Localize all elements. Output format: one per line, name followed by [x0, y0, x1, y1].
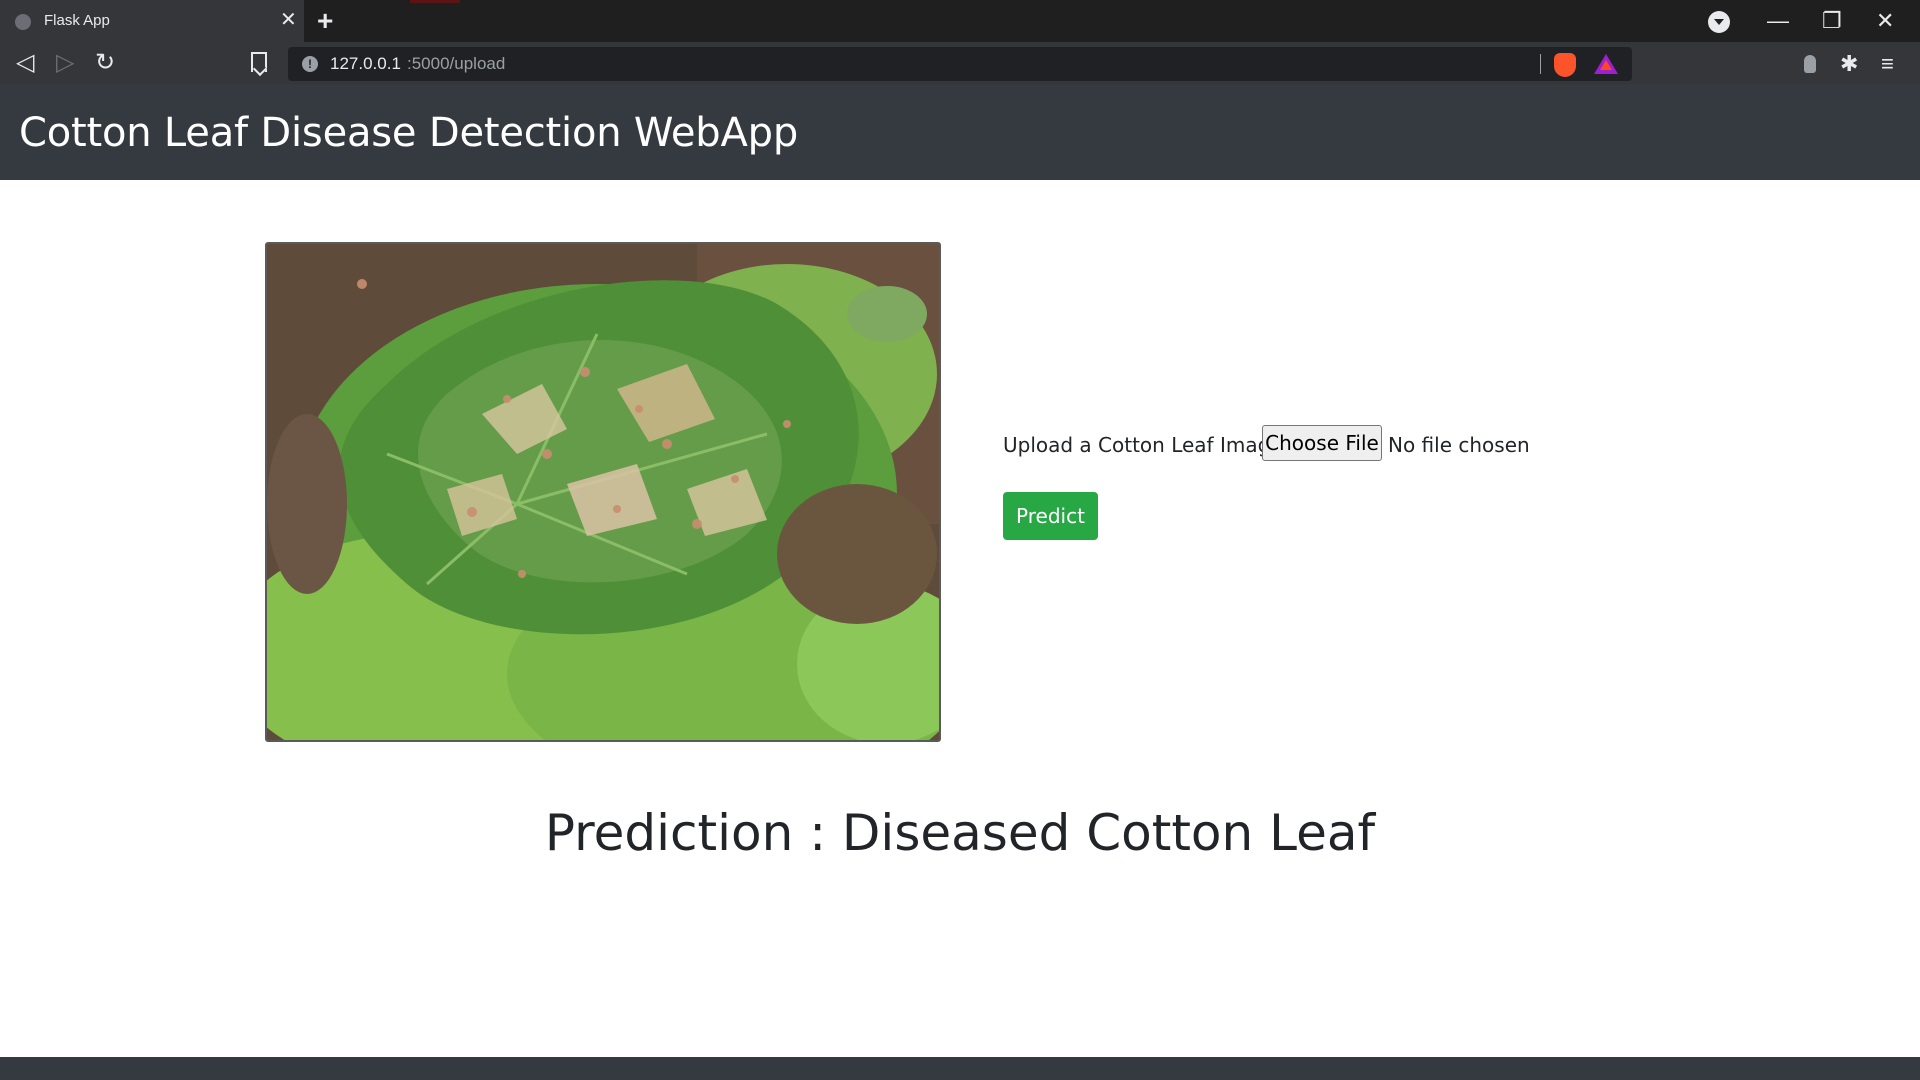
- tab-title: Flask App: [44, 12, 110, 29]
- upload-label: Upload a Cotton Leaf Image:: [1003, 433, 1290, 457]
- tab-search-icon[interactable]: [1708, 11, 1730, 33]
- close-icon[interactable]: ✕: [280, 10, 297, 30]
- brave-rewards-icon[interactable]: [1594, 54, 1618, 74]
- brave-shield-icon[interactable]: [1554, 53, 1576, 77]
- url-path[interactable]: :5000/upload: [407, 54, 505, 74]
- minimize-icon[interactable]: —: [1767, 6, 1789, 36]
- footer-bar: [0, 1057, 1920, 1080]
- uploaded-leaf-image: [265, 242, 941, 742]
- bookmark-icon[interactable]: [251, 52, 267, 72]
- choose-file-button[interactable]: Choose File: [1262, 425, 1382, 461]
- tab-flask-app[interactable]: Flask App ✕: [0, 0, 304, 42]
- app-title: Cotton Leaf Disease Detection WebApp: [19, 110, 799, 156]
- file-status: No file chosen: [1388, 433, 1530, 457]
- maximize-icon[interactable]: ❐: [1822, 6, 1842, 36]
- web-page: Cotton Leaf Disease Detection WebApp Upl…: [0, 84, 1920, 1080]
- menu-icon[interactable]: ≡: [1881, 53, 1894, 75]
- leaf-picture: [267, 244, 939, 740]
- window-close-icon[interactable]: ✕: [1876, 6, 1894, 36]
- predict-button[interactable]: Predict: [1003, 492, 1098, 540]
- divider: [1540, 54, 1541, 74]
- info-icon[interactable]: !: [302, 56, 318, 72]
- address-bar[interactable]: ! 127.0.0.1 :5000/upload: [288, 47, 1632, 81]
- prediction-result: Prediction : Diseased Cotton Leaf: [544, 804, 1376, 862]
- forward-icon[interactable]: ▷: [56, 51, 74, 75]
- tab-strip: Flask App ✕ + — ❐ ✕: [0, 0, 1920, 42]
- browser-window: Flask App ✕ + — ❐ ✕ ◁ ▷ ↻ ! 127.0.0.1 :5…: [0, 0, 1920, 1080]
- navbar: Cotton Leaf Disease Detection WebApp: [0, 84, 1920, 180]
- reload-icon[interactable]: ↻: [95, 51, 115, 75]
- url-host[interactable]: 127.0.0.1: [330, 54, 401, 74]
- profile-icon[interactable]: [1804, 55, 1816, 73]
- back-icon[interactable]: ◁: [16, 51, 34, 75]
- extensions-icon[interactable]: ✱: [1840, 53, 1858, 75]
- plus-icon[interactable]: +: [317, 7, 333, 35]
- globe-icon: [15, 14, 31, 30]
- tab-strip-accent: [410, 0, 460, 3]
